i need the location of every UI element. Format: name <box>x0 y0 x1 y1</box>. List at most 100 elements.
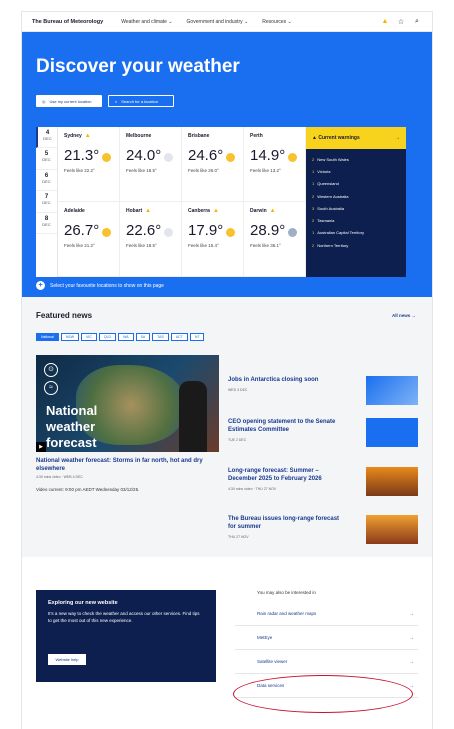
warning-state-link[interactable]: 1 Australian Capital Territory <box>312 227 400 239</box>
story-title[interactable]: CEO opening statement to the Senate Esti… <box>228 418 346 434</box>
feels-like: Feels like 18.5° <box>126 168 157 173</box>
story-meta: WED 3 DEC <box>228 388 248 392</box>
plus-icon: + <box>36 281 45 290</box>
cloud-icon <box>164 228 173 237</box>
warning-state-link[interactable]: 2 Northern Territory <box>312 239 400 251</box>
arrow-right-icon: → <box>409 658 414 665</box>
city-card[interactable]: Adelaide 26.7° Feels like 21.2° <box>58 202 120 277</box>
location-icon: ◎ <box>42 98 46 104</box>
also-interested-heading: You may also be interested in <box>257 590 316 595</box>
select-favourite-locations[interactable]: + Select your favourite locations to sho… <box>36 281 164 290</box>
warning-icon: ▲ <box>312 135 317 141</box>
city-card[interactable]: Melbourne 24.0° Feels like 18.5° <box>120 127 182 202</box>
feels-like: Feels like 21.2° <box>64 243 95 248</box>
news-story[interactable]: Long-range forecast: Summer – December 2… <box>228 467 418 507</box>
city-card[interactable]: Hobart ▲ 22.6° Feels like 18.5° <box>120 202 182 277</box>
region-chip[interactable]: WA <box>118 333 134 341</box>
play-icon[interactable]: ▶ <box>36 442 46 452</box>
explore-website-card: Exploring our new website It’s a new way… <box>36 590 216 682</box>
news-story[interactable]: Jobs in Antarctica closing soon WED 3 DE… <box>228 376 418 416</box>
warning-icon[interactable]: ▲ <box>380 18 390 25</box>
current-warnings-header[interactable]: ▲ Current warnings → <box>306 127 406 149</box>
warning-state-link[interactable]: 1 Queensland <box>312 178 400 190</box>
feels-like: Feels like 15.4° <box>188 243 219 248</box>
city-card[interactable]: Perth 14.9° Feels like 13.2° <box>244 127 306 202</box>
day-tab[interactable]: 7 DEC <box>36 191 57 213</box>
city-card[interactable]: Darwin ▲ 28.9° Feels like 36.1° <box>244 202 306 277</box>
day-tab[interactable]: 4 DEC <box>36 127 57 149</box>
region-chip[interactable]: SA <box>135 333 151 341</box>
star-icon[interactable]: ☆ <box>396 18 406 26</box>
use-current-location-button[interactable]: ◎ Use my current location <box>36 95 102 107</box>
wind-icon: ≈ <box>44 381 58 395</box>
explore-body: It’s a new way to check the weather and … <box>48 611 200 623</box>
arrow-right-icon: → <box>409 682 414 689</box>
feels-like: Feels like 13.2° <box>250 168 281 173</box>
satellite-viewer-link[interactable]: Satellite viewer → <box>235 650 418 674</box>
feature-meta: 4:30 mins video · WEB 4 DEC <box>36 475 83 479</box>
warning-icon: ▲ <box>145 208 152 214</box>
region-filter: National NSW VIC QLD WA SA TAS ACT NT <box>36 333 206 341</box>
region-chip[interactable]: NT <box>189 333 205 341</box>
nav-resources[interactable]: Resources ⌄ <box>262 19 291 25</box>
city-card[interactable]: Brisbane 24.6° Feels like 26.0° <box>182 127 244 202</box>
search-icon: ⌕ <box>115 98 118 104</box>
page: The Bureau of Meteorology Weather and cl… <box>22 12 432 729</box>
region-chip[interactable]: TAS <box>152 333 169 341</box>
city-card[interactable]: Canberra ▲ 17.9° Feels like 15.4° <box>182 202 244 277</box>
explore-title: Exploring our new website <box>48 600 118 606</box>
nav-weather-and-climate[interactable]: Weather and climate ⌄ <box>121 19 172 25</box>
story-title[interactable]: Jobs in Antarctica closing soon <box>228 376 346 384</box>
meteye-link[interactable]: MetEye → <box>235 626 418 650</box>
rain-radar-link[interactable]: Rain radar and weather maps → <box>235 602 418 626</box>
region-chip[interactable]: QLD <box>98 333 117 341</box>
warning-state-link[interactable]: 2 Tasmania <box>312 214 400 226</box>
warning-icon: ▲ <box>269 208 276 214</box>
day-tab[interactable]: 6 DEC <box>36 170 57 192</box>
warning-state-link[interactable]: 2 Western Australia <box>312 190 400 202</box>
story-thumbnail[interactable] <box>366 376 418 405</box>
hero-title: Discover your weather <box>36 56 240 77</box>
current-warnings-panel: ▲ Current warnings → 2 New South Wales 1V… <box>306 127 406 277</box>
region-chip[interactable]: ACT <box>170 333 188 341</box>
region-chip[interactable]: NSW <box>60 333 80 341</box>
search-icon[interactable]: ⌕ <box>412 18 422 26</box>
day-tab[interactable]: 8 DEC <box>36 213 57 234</box>
all-news-link[interactable]: All news → <box>392 313 416 318</box>
news-story[interactable]: The Bureau issues long-range forecast fo… <box>228 515 418 555</box>
city-forecasts: Sydney ▲ 21.3° Feels like 22.2° Melbourne… <box>58 127 306 277</box>
feels-like: Feels like 36.1° <box>250 243 281 248</box>
partly-sunny-icon <box>226 228 235 237</box>
news-story[interactable]: CEO opening statement to the Senate Esti… <box>228 418 418 458</box>
thermometer-icon: ⊙ <box>44 363 58 377</box>
story-title[interactable]: Long-range forecast: Summer – December 2… <box>228 467 346 483</box>
storm-icon <box>288 228 297 237</box>
search-location-button[interactable]: ⌕ Search for a location <box>108 95 174 107</box>
featured-news-section: Featured news All news → National NSW VI… <box>22 297 432 557</box>
story-title[interactable]: The Bureau issues long-range forecast fo… <box>228 515 346 531</box>
nav-government-and-industry[interactable]: Government and industry ⌄ <box>187 19 249 25</box>
story-thumbnail[interactable] <box>366 418 418 447</box>
warning-state-link[interactable]: 2 New South Wales <box>312 153 400 165</box>
site-brand[interactable]: The Bureau of Meteorology <box>32 19 103 25</box>
region-chip[interactable]: VIC <box>81 333 97 341</box>
day-tab[interactable]: 5 DEC <box>36 148 57 170</box>
city-card[interactable]: Sydney ▲ 21.3° Feels like 22.2° <box>58 127 120 202</box>
warning-icon: ▲ <box>84 133 91 139</box>
warning-state-link[interactable]: 1 Victoria <box>312 165 400 177</box>
sun-icon <box>102 228 111 237</box>
day-selector: 4 DEC 5 DEC 6 DEC 7 DEC 8 DEC <box>36 127 58 277</box>
cloud-icon <box>164 153 173 162</box>
website-help-button[interactable]: Website help <box>48 654 86 665</box>
story-thumbnail[interactable] <box>366 515 418 544</box>
highlight-circle <box>233 675 413 713</box>
arrow-right-icon: → <box>395 135 400 141</box>
presenter-image <box>179 381 207 452</box>
region-chip[interactable]: National <box>36 333 59 341</box>
story-thumbnail[interactable] <box>366 467 418 496</box>
warning-state-link[interactable]: 3 South Australia <box>312 202 400 214</box>
arrow-right-icon: → <box>409 634 414 641</box>
feature-video[interactable]: ⊙ ≈ National weather forecast ▶ <box>36 355 219 452</box>
story-meta: THU 27 NOV <box>228 535 249 539</box>
feature-caption-link[interactable]: National weather forecast: Storms in far… <box>36 457 219 473</box>
